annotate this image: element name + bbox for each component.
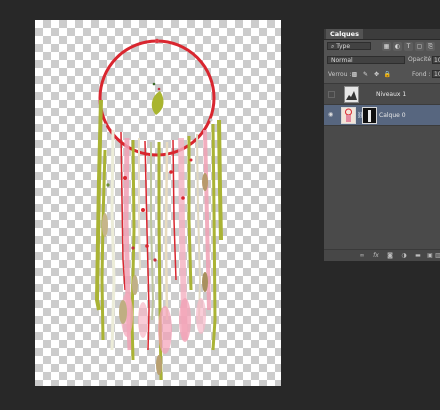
mask-icon[interactable]: ◙ xyxy=(386,252,394,259)
filter-text-icon[interactable]: T xyxy=(404,42,413,51)
ring-bead xyxy=(154,38,160,44)
layers-panel: Calques ⌕ Type ▦ ◐ T ▢ ⎘ Normal Opacité … xyxy=(324,29,440,261)
adjustment-icon xyxy=(344,86,359,103)
filter-smart-object-icon[interactable]: ⎘ xyxy=(426,42,435,51)
link-icon[interactable]: ∞ xyxy=(358,252,366,259)
layer-name: Niveaux 1 xyxy=(376,91,407,98)
adjustment-icon[interactable]: ◑ xyxy=(400,252,408,259)
eye-icon[interactable]: ◉ xyxy=(328,112,335,118)
fill-input[interactable]: 10 xyxy=(432,70,440,78)
tab-layers[interactable]: Calques xyxy=(326,29,363,39)
lock-paint-icon[interactable]: ✎ xyxy=(361,70,370,79)
center-feather xyxy=(151,91,164,115)
blend-mode-select[interactable]: Normal xyxy=(327,56,405,64)
layer-row-calque-0[interactable]: ◉ ⛓ Calque 0 xyxy=(324,105,440,126)
filter-shape-icon[interactable]: ▢ xyxy=(415,42,424,51)
feathers xyxy=(102,173,208,375)
layer-row-levels[interactable]: Niveaux 1 xyxy=(324,84,440,105)
center-bead xyxy=(152,82,156,86)
opacity-input[interactable]: 10 xyxy=(432,56,440,64)
layers-bottom-toolbar: ∞ fx ◙ ◑ ▬ ▣ ▥ xyxy=(324,249,440,261)
filter-row: ⌕ Type ▦ ◐ T ▢ ⎘ xyxy=(324,41,440,53)
fill-label: Fond : xyxy=(412,71,431,78)
filter-adjustment-icon[interactable]: ◐ xyxy=(393,42,402,51)
lock-transparent-icon[interactable]: ▩ xyxy=(350,70,359,79)
folder-icon[interactable]: ▬ xyxy=(414,252,422,259)
layers-list: Niveaux 1 ◉ ⛓ Calque 0 xyxy=(324,84,440,249)
lock-label: Verrou : xyxy=(328,71,352,78)
lock-all-icon[interactable]: 🔒 xyxy=(383,70,392,79)
filter-type-select[interactable]: ⌕ Type xyxy=(327,42,371,50)
document-canvas[interactable] xyxy=(35,20,281,386)
center-bead xyxy=(157,87,161,91)
dreamcatcher-artwork xyxy=(94,38,223,381)
trash-icon[interactable]: ▥ xyxy=(434,252,440,259)
fx-icon[interactable]: fx xyxy=(372,252,380,259)
lock-position-icon[interactable]: ✥ xyxy=(372,70,381,79)
blend-row: Normal Opacité : 10 xyxy=(324,55,440,67)
visibility-toggle-off[interactable] xyxy=(328,91,335,98)
ring-bead xyxy=(209,118,213,122)
layer-mask-thumbnail[interactable] xyxy=(362,107,377,124)
layer-name: Calque 0 xyxy=(379,112,406,119)
filter-pixel-icon[interactable]: ▦ xyxy=(382,42,391,51)
ring-bead xyxy=(103,123,107,127)
panel-tab-bar: Calques xyxy=(324,29,440,40)
layer-thumbnail xyxy=(341,107,356,124)
lock-row: Verrou : ▩ ✎ ✥ 🔒 Fond : 10 xyxy=(324,69,440,81)
new-layer-icon[interactable]: ▣ xyxy=(426,252,434,259)
